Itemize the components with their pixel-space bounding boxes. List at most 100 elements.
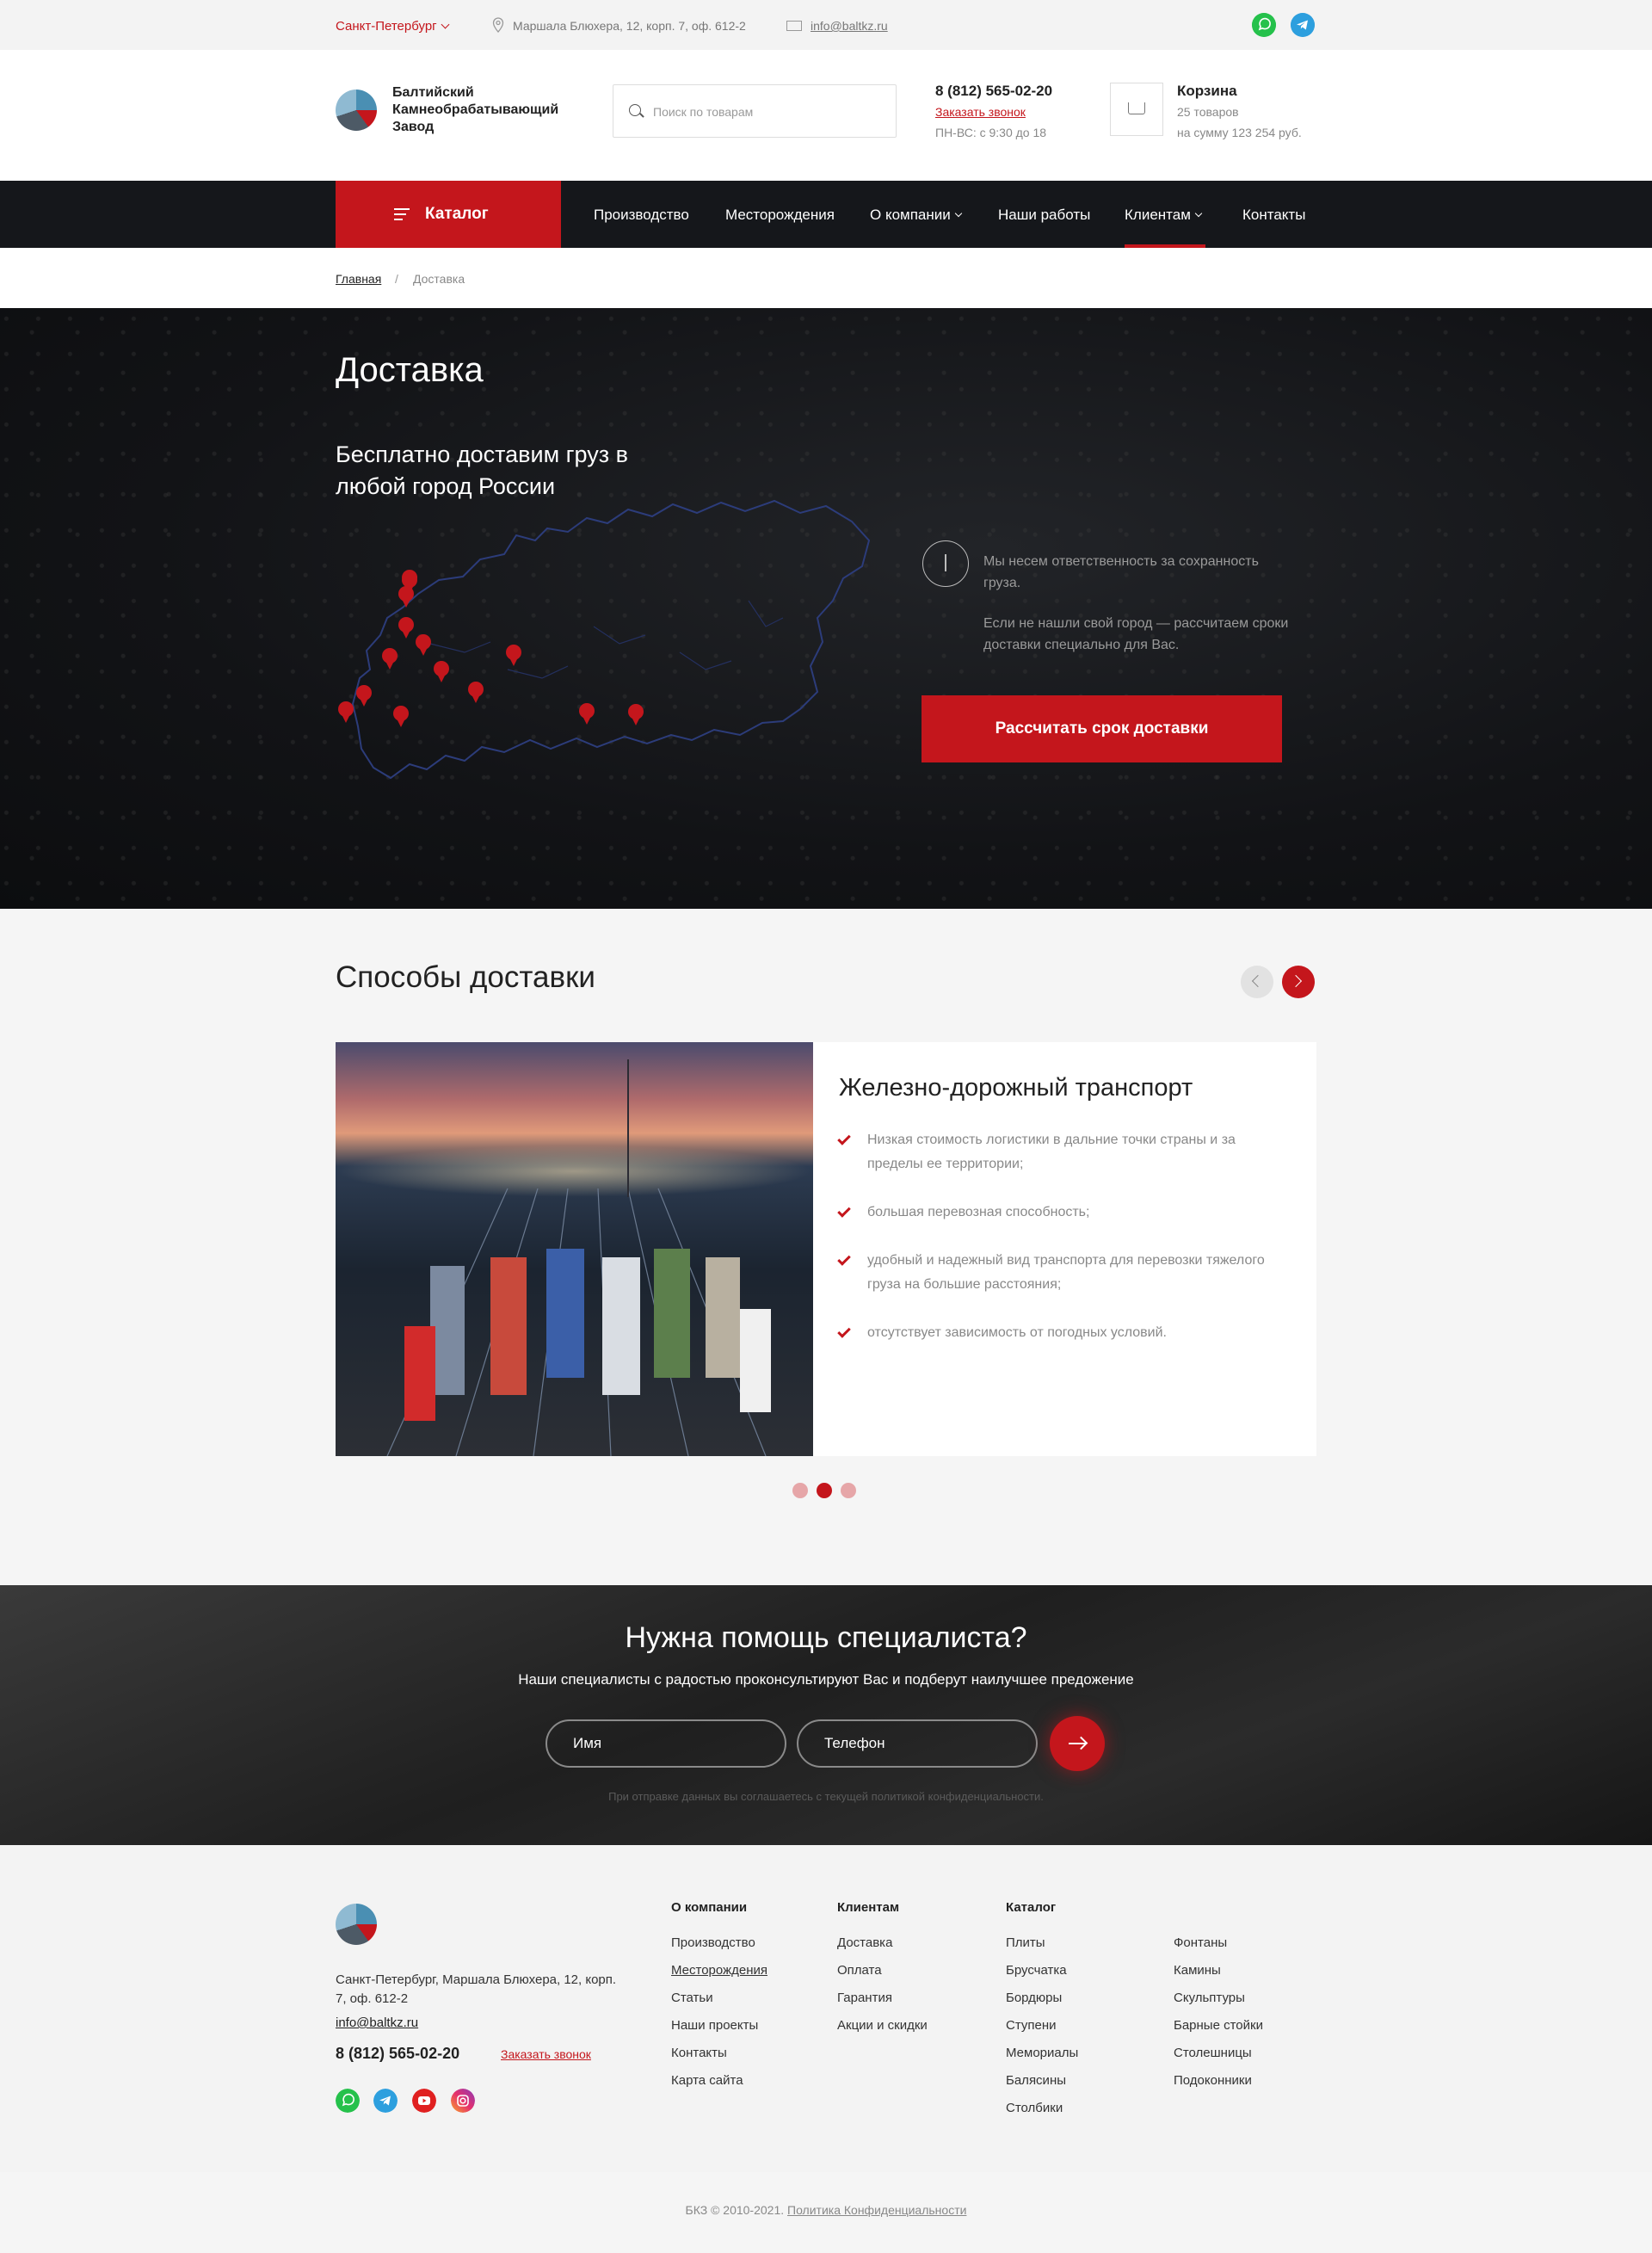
card-title: Железно-дорожный транспорт [839, 1074, 1193, 1102]
footer-phone[interactable]: 8 (812) 565-02-20 [336, 2045, 459, 2063]
section-title: Способы доставки [336, 960, 595, 994]
header-phone[interactable]: 8 (812) 565-02-20 [935, 83, 1052, 100]
company-name[interactable]: Балтийский Камнеобрабатывающий Завод [392, 84, 590, 136]
footer: Санкт-Петербург, Маршала Блюхера, 12, ко… [0, 1845, 1652, 2172]
breadcrumb-home[interactable]: Главная [336, 272, 381, 286]
check-icon [837, 1204, 851, 1218]
privacy-policy-link[interactable]: Политика Конфиденциальности [787, 2203, 966, 2217]
cart-sum: на сумму 123 254 руб. [1177, 126, 1302, 139]
whatsapp-icon[interactable] [336, 2089, 360, 2113]
slider-dot[interactable] [792, 1483, 808, 1498]
breadcrumb-separator: / [395, 272, 398, 286]
chevron-down-icon [1194, 209, 1203, 218]
instagram-icon[interactable] [451, 2089, 475, 2113]
name-field[interactable] [546, 1719, 786, 1768]
slider-dot-active[interactable] [817, 1483, 832, 1498]
footer-link[interactable]: Мемориалы [1006, 2046, 1078, 2073]
footer-link[interactable]: Подоконники [1174, 2073, 1263, 2101]
nav-item-clients[interactable]: Клиентам [1125, 207, 1203, 224]
footer-email[interactable]: info@baltkz.ru [336, 2015, 418, 2030]
search-icon [629, 104, 641, 116]
footer-link[interactable]: Контакты [671, 2046, 767, 2073]
chevron-right-icon [1289, 974, 1303, 988]
footer-logo[interactable] [336, 1904, 377, 1945]
footer-link[interactable]: Оплата [837, 1963, 928, 1991]
footer-callback-link[interactable]: Заказать звонок [501, 2047, 591, 2061]
footer-link[interactable]: Гарантия [837, 1991, 928, 2018]
footer-link[interactable]: Акции и скидки [837, 2018, 928, 2046]
nav-item-contacts[interactable]: Контакты [1242, 207, 1305, 224]
cart-button[interactable] [1110, 83, 1163, 136]
footer-link[interactable]: Фонтаны [1174, 1935, 1263, 1963]
search-box[interactable] [613, 84, 897, 138]
menu-icon [394, 208, 410, 220]
footer-link[interactable]: Бордюры [1006, 1991, 1078, 2018]
list-item: удобный и надежный вид транспорта для пе… [837, 1249, 1286, 1297]
city-selector[interactable]: Санкт-Петербург [336, 19, 450, 34]
callback-link[interactable]: Заказать звонок [935, 105, 1026, 119]
footer-col-title-about: О компании [671, 1900, 748, 1915]
footer-col-title-clients: Клиентам [837, 1900, 900, 1915]
slider-dot[interactable] [841, 1483, 856, 1498]
footer-address: Санкт-Петербург, Маршала Блюхера, 12, ко… [336, 1972, 617, 2006]
footer-link[interactable]: Столбики [1006, 2101, 1078, 2128]
footer-link[interactable]: Балясины [1006, 2073, 1078, 2101]
nav-item-deposits[interactable]: Месторождения [725, 207, 835, 224]
hero-note-city: Если не нашли свой город — рассчитаем ср… [983, 616, 1289, 652]
copyright: БКЗ © 2010-2021. Политика Конфиденциальн… [0, 2203, 1652, 2217]
chevron-down-icon [954, 209, 963, 218]
catalog-button[interactable]: Каталог [336, 181, 561, 248]
footer-link[interactable]: Доставка [837, 1935, 928, 1963]
footer-link[interactable]: Столешницы [1174, 2046, 1263, 2073]
cart-title[interactable]: Корзина [1177, 83, 1237, 100]
address: Маршала Блюхера, 12, корп. 7, оф. 612-2 [513, 19, 746, 33]
phone-field[interactable] [797, 1719, 1038, 1768]
company-logo[interactable] [336, 90, 377, 131]
copyright-text: БКЗ © 2010-2021. [685, 2203, 785, 2217]
cart-icon [1128, 102, 1145, 114]
youtube-icon[interactable] [412, 2089, 436, 2113]
footer-link[interactable]: Ступени [1006, 2018, 1078, 2046]
footer-link[interactable]: Камины [1174, 1963, 1263, 1991]
slider-prev-button[interactable] [1241, 966, 1273, 998]
footer-link[interactable]: Плиты [1006, 1935, 1078, 1963]
footer-link[interactable]: Статьи [671, 1991, 767, 2018]
footer-link[interactable]: Карта сайта [671, 2073, 767, 2101]
main-nav: Каталог Производство Месторождения О ком… [0, 181, 1652, 248]
check-icon [837, 1252, 851, 1266]
footer-link[interactable]: Скульптуры [1174, 1991, 1263, 2018]
breadcrumb: Главная / Доставка [0, 248, 1652, 308]
footer-col-title-catalog: Каталог [1006, 1900, 1057, 1915]
chevron-left-icon [1251, 974, 1265, 988]
submit-button[interactable] [1050, 1716, 1105, 1771]
telegram-icon[interactable] [1291, 13, 1315, 37]
nav-item-about[interactable]: О компании [870, 207, 963, 224]
cart-count: 25 товаров [1177, 105, 1239, 119]
nav-item-production[interactable]: Производство [594, 207, 689, 224]
telegram-icon[interactable] [373, 2089, 398, 2113]
breadcrumb-current: Доставка [413, 272, 465, 286]
calculate-delivery-button[interactable]: Рассчитать срок доставки [922, 695, 1282, 762]
info-icon [922, 540, 969, 587]
footer-link[interactable]: Месторождения [671, 1963, 767, 1991]
footer-link[interactable]: Производство [671, 1935, 767, 1963]
whatsapp-icon[interactable] [1252, 13, 1276, 37]
nav-item-works[interactable]: Наши работы [998, 207, 1090, 224]
slider-next-button[interactable] [1282, 966, 1315, 998]
footer-col-catalog-more: Фонтаны Камины Скульптуры Барные стойки … [1174, 1935, 1263, 2101]
list-item: отсутствует зависимость от погодных усло… [837, 1321, 1286, 1345]
page-title: Доставка [336, 351, 484, 389]
footer-link[interactable]: Брусчатка [1006, 1963, 1078, 1991]
delivery-method-card: Железно-дорожный транспорт Низкая стоимо… [336, 1042, 1316, 1456]
russia-map [338, 499, 871, 780]
list-item: Низкая стоимость логистики в дальние точ… [837, 1128, 1286, 1176]
footer-link[interactable]: Наши проекты [671, 2018, 767, 2046]
chevron-down-icon [441, 20, 450, 29]
catalog-label: Каталог [425, 205, 489, 223]
slider-dots [792, 1483, 865, 1503]
search-input[interactable] [653, 102, 885, 121]
email-link[interactable]: info@baltkz.ru [786, 19, 888, 33]
help-subtitle: Наши специалисты с радостью проконсульти… [518, 1671, 1134, 1688]
help-title: Нужна помощь специалиста? [625, 1621, 1027, 1654]
footer-link[interactable]: Барные стойки [1174, 2018, 1263, 2046]
